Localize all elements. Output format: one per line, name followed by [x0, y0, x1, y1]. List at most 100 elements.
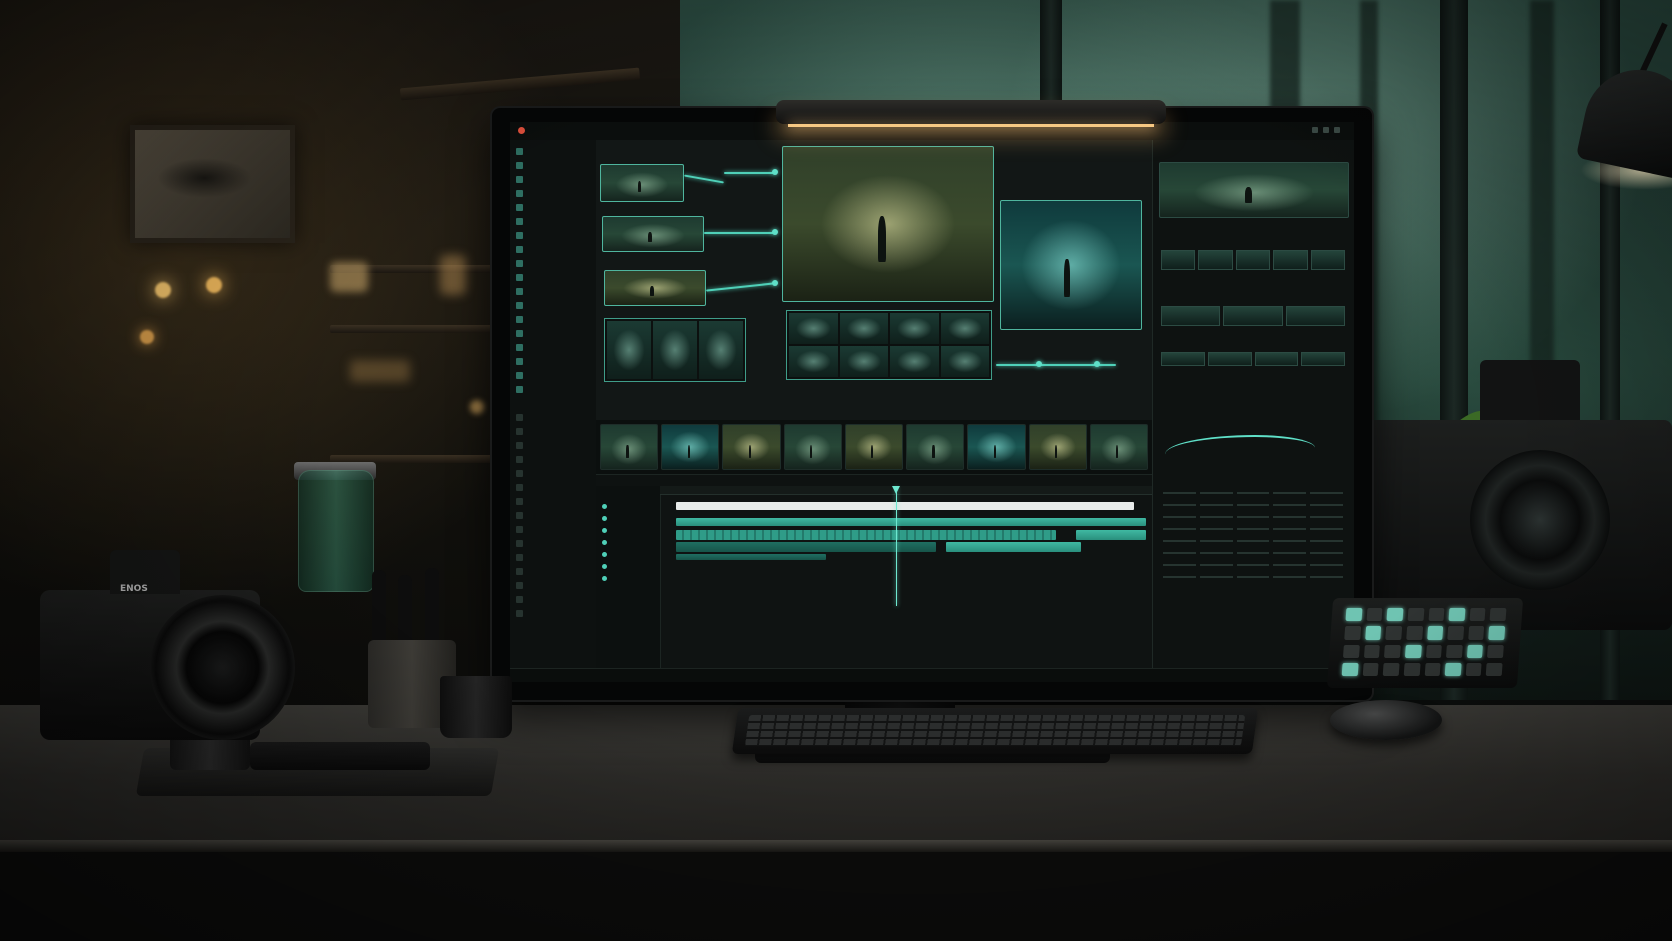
- property-row[interactable]: [1163, 514, 1343, 520]
- filmstrip-frame[interactable]: [600, 424, 659, 470]
- timeline-clip[interactable]: [676, 518, 1146, 526]
- media-list-item[interactable]: [516, 146, 590, 156]
- grid-thumbnail[interactable]: [890, 346, 939, 377]
- property-row[interactable]: [1163, 574, 1343, 580]
- media-list-item[interactable]: [516, 202, 590, 212]
- grid-thumbnail[interactable]: [839, 346, 888, 377]
- strip-thumbnail[interactable]: [1223, 306, 1283, 326]
- main-viewer[interactable]: [782, 146, 994, 302]
- media-list-item[interactable]: [516, 174, 590, 184]
- track-enable-icon[interactable]: [602, 516, 607, 521]
- node-port[interactable]: [772, 169, 778, 175]
- property-row[interactable]: [1163, 562, 1343, 568]
- strip-thumbnail[interactable]: [1207, 352, 1252, 366]
- media-list-item[interactable]: [516, 216, 590, 226]
- grid-thumbnail[interactable]: [789, 313, 838, 344]
- media-list-item[interactable]: [516, 286, 590, 296]
- media-list-item[interactable]: [516, 552, 590, 562]
- grid-thumbnail[interactable]: [839, 313, 888, 344]
- filmstrip-frame[interactable]: [844, 424, 904, 470]
- timeline-ruler[interactable]: [660, 486, 1152, 495]
- strip-thumbnail[interactable]: [1254, 352, 1299, 366]
- clip-grid[interactable]: [604, 318, 746, 382]
- source-clip-node[interactable]: [602, 216, 704, 252]
- property-row[interactable]: [1163, 502, 1343, 508]
- media-list-item[interactable]: [516, 482, 590, 492]
- media-list-item[interactable]: [516, 412, 590, 422]
- filmstrip-frame[interactable]: [967, 424, 1026, 470]
- filmstrip-frame[interactable]: [1028, 424, 1087, 470]
- track-header[interactable]: [602, 540, 607, 545]
- node-port[interactable]: [1036, 361, 1042, 367]
- playhead[interactable]: [896, 486, 897, 606]
- grid-thumbnail[interactable]: [940, 346, 989, 377]
- strip-thumbnail[interactable]: [1161, 352, 1205, 366]
- media-list-item[interactable]: [516, 272, 590, 282]
- track-header[interactable]: [602, 528, 607, 533]
- minimize-icon[interactable]: [1312, 127, 1318, 133]
- filmstrip-frame[interactable]: [1089, 424, 1148, 470]
- maximize-icon[interactable]: [1323, 127, 1329, 133]
- grid-thumbnail[interactable]: [699, 321, 743, 379]
- track-header[interactable]: [602, 516, 607, 521]
- timeline-clip[interactable]: [676, 530, 1056, 540]
- media-list-item[interactable]: [516, 524, 590, 534]
- media-list-item[interactable]: [516, 594, 590, 604]
- track-header[interactable]: [602, 552, 607, 557]
- track-enable-icon[interactable]: [602, 540, 607, 545]
- media-list-item[interactable]: [516, 538, 590, 548]
- track-header[interactable]: [602, 504, 607, 509]
- track-header[interactable]: [602, 576, 607, 581]
- timeline-clip[interactable]: [676, 542, 936, 552]
- media-list-item[interactable]: [516, 342, 590, 352]
- media-list-item[interactable]: [516, 426, 590, 436]
- strip-thumbnail[interactable]: [1310, 250, 1346, 270]
- timeline-clip[interactable]: [676, 554, 826, 560]
- track-enable-icon[interactable]: [602, 528, 607, 533]
- node-port[interactable]: [772, 229, 778, 235]
- media-list-item[interactable]: [516, 580, 590, 590]
- media-list-item[interactable]: [516, 384, 590, 394]
- property-row[interactable]: [1163, 550, 1343, 556]
- grid-thumbnail[interactable]: [890, 313, 939, 344]
- source-clip-node[interactable]: [600, 164, 684, 202]
- track-enable-icon[interactable]: [602, 564, 607, 569]
- strip-thumbnail[interactable]: [1198, 250, 1233, 270]
- grid-thumbnail[interactable]: [940, 313, 989, 344]
- node-port[interactable]: [1094, 361, 1100, 367]
- track-enable-icon[interactable]: [602, 576, 607, 581]
- strip-thumbnail[interactable]: [1161, 250, 1196, 270]
- track-header[interactable]: [602, 564, 607, 569]
- media-list-item[interactable]: [516, 160, 590, 170]
- media-list-item[interactable]: [516, 328, 590, 338]
- media-list-item[interactable]: [516, 356, 590, 366]
- media-list-item[interactable]: [516, 258, 590, 268]
- filmstrip-frame[interactable]: [783, 424, 842, 470]
- strip-thumbnail[interactable]: [1273, 250, 1308, 270]
- clip-grid[interactable]: [786, 310, 992, 380]
- property-row[interactable]: [1163, 490, 1343, 496]
- source-clip-node[interactable]: [604, 270, 706, 306]
- window-controls[interactable]: [1312, 127, 1340, 133]
- close-icon[interactable]: [1334, 127, 1340, 133]
- keyframe-curve[interactable]: [1165, 435, 1315, 467]
- filmstrip-frame[interactable]: [906, 424, 965, 470]
- strip-thumbnail[interactable]: [1301, 352, 1345, 366]
- filmstrip-frame[interactable]: [722, 424, 781, 470]
- media-list-item[interactable]: [516, 496, 590, 506]
- media-list-item[interactable]: [516, 440, 590, 450]
- media-list-item[interactable]: [516, 300, 590, 310]
- media-list-item[interactable]: [516, 566, 590, 576]
- track-enable-icon[interactable]: [602, 504, 607, 509]
- thumbnail-strip[interactable]: [1161, 250, 1346, 270]
- secondary-viewer[interactable]: [1000, 200, 1142, 330]
- media-list-item[interactable]: [516, 314, 590, 324]
- filmstrip-frame[interactable]: [661, 424, 720, 470]
- grid-thumbnail[interactable]: [607, 321, 651, 379]
- property-row[interactable]: [1163, 526, 1343, 532]
- track-enable-icon[interactable]: [602, 552, 607, 557]
- strip-thumbnail[interactable]: [1235, 250, 1271, 270]
- thumbnail-strip[interactable]: [1161, 306, 1345, 326]
- media-list-item[interactable]: [516, 244, 590, 254]
- strip-thumbnail[interactable]: [1161, 306, 1221, 326]
